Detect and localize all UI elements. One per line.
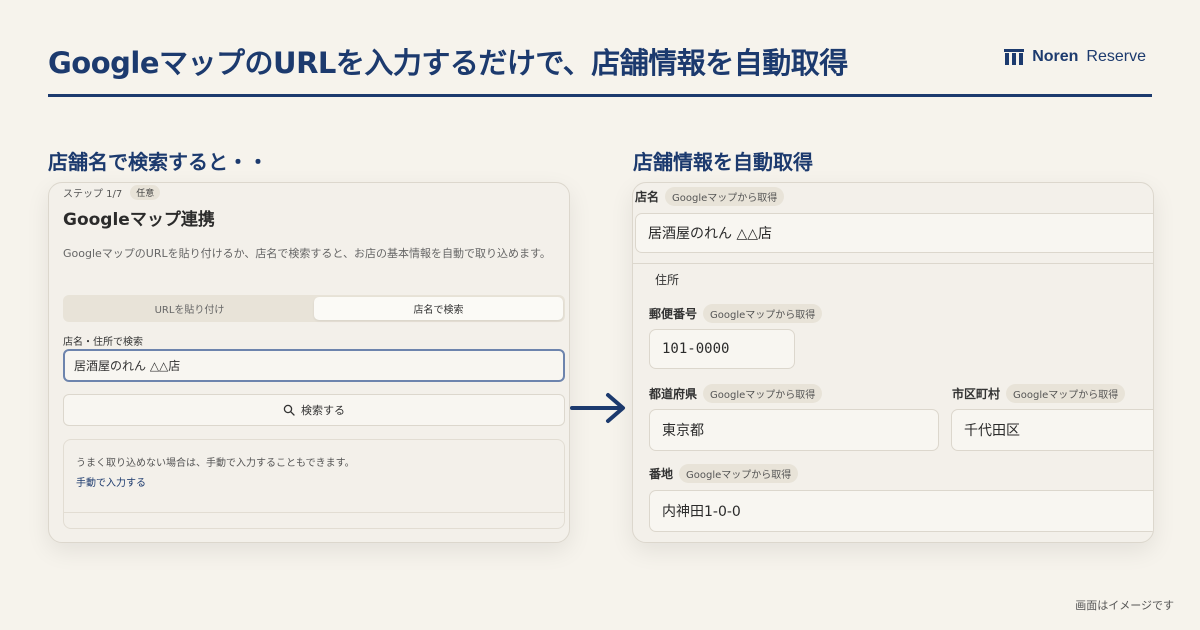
city-label-text: 市区町村 bbox=[952, 387, 1001, 401]
city-label: 市区町村 Googleマップから取得 bbox=[952, 384, 1126, 403]
search-input-value: 居酒屋のれん △△店 bbox=[74, 359, 181, 373]
card-description: GoogleマップのURLを貼り付けるか、店名で検索すると、お店の基本情報を自動… bbox=[63, 247, 551, 260]
tab-search-by-name[interactable]: 店名で検索 bbox=[314, 297, 563, 320]
brand-name-light: Reserve bbox=[1086, 48, 1146, 65]
prefecture-label: 都道府県 Googleマップから取得 bbox=[649, 384, 823, 403]
right-section-title: 店舗情報を自動取得 bbox=[633, 150, 813, 174]
postal-code-value: 101-0000 bbox=[662, 341, 730, 357]
search-button-label: 検索する bbox=[301, 404, 345, 417]
postal-code-label-text: 郵便番号 bbox=[649, 307, 698, 321]
brand-logo: Noren Reserve bbox=[1004, 48, 1146, 66]
store-name-label: 店名 Googleマップから取得 bbox=[635, 187, 785, 206]
prefecture-label-text: 都道府県 bbox=[649, 387, 698, 401]
card-title: Googleマップ連携 bbox=[63, 210, 215, 230]
mode-tabs: URLを貼り付け 店名で検索 bbox=[63, 295, 565, 322]
city-field[interactable]: 千代田区 bbox=[951, 409, 1153, 451]
optional-badge: 任意 bbox=[130, 185, 161, 200]
street-label: 番地 Googleマップから取得 bbox=[649, 464, 799, 483]
noren-logo-icon bbox=[1004, 49, 1025, 65]
step-text: ステップ 1/7 bbox=[63, 189, 123, 200]
store-info-card: 店名 Googleマップから取得 居酒屋のれん △△店 住所 郵便番号 Goog… bbox=[632, 182, 1154, 543]
city-value: 千代田区 bbox=[964, 423, 1020, 439]
postal-code-label: 郵便番号 Googleマップから取得 bbox=[649, 304, 823, 323]
address-legend: 住所 bbox=[653, 271, 682, 288]
search-button[interactable]: 検索する bbox=[63, 394, 565, 426]
step-indicator: ステップ 1/7 任意 bbox=[63, 185, 161, 200]
postal-code-field[interactable]: 101-0000 bbox=[649, 329, 795, 369]
tab-paste-url[interactable]: URLを貼り付け bbox=[65, 297, 314, 320]
note-divider bbox=[64, 512, 564, 513]
street-label-text: 番地 bbox=[649, 467, 674, 481]
source-badge: Googleマップから取得 bbox=[703, 384, 823, 403]
prefecture-value: 東京都 bbox=[662, 423, 704, 439]
store-name-label-text: 店名 bbox=[635, 190, 660, 204]
store-name-field[interactable]: 居酒屋のれん △△店 bbox=[635, 213, 1153, 253]
arrow-right-icon bbox=[570, 393, 625, 423]
search-input[interactable]: 居酒屋のれん △△店 bbox=[63, 349, 565, 382]
left-section-title: 店舗名で検索すると・・ bbox=[48, 150, 268, 174]
search-label: 店名・住所で検索 bbox=[63, 337, 143, 348]
search-icon bbox=[283, 404, 295, 416]
headline: GoogleマップのURLを入力するだけで、店舗情報を自動取得 bbox=[48, 46, 848, 80]
disclaimer: 画面はイメージです bbox=[1075, 599, 1174, 612]
source-badge: Googleマップから取得 bbox=[1006, 384, 1126, 403]
manual-input-link[interactable]: 手動で入力する bbox=[76, 474, 146, 489]
manual-input-note: うまく取り込めない場合は、手動で入力することもできます。 手動で入力する bbox=[63, 439, 565, 529]
source-badge: Googleマップから取得 bbox=[703, 304, 823, 323]
source-badge: Googleマップから取得 bbox=[679, 464, 799, 483]
street-field[interactable]: 内神田1-0-0 bbox=[649, 490, 1153, 532]
header-divider bbox=[48, 94, 1152, 97]
brand-name-bold: Noren bbox=[1032, 48, 1079, 65]
note-text: うまく取り込めない場合は、手動で入力することもできます。 bbox=[76, 458, 355, 469]
street-value: 内神田1-0-0 bbox=[662, 504, 741, 520]
source-badge: Googleマップから取得 bbox=[665, 187, 785, 206]
google-maps-link-card: ステップ 1/7 任意 Googleマップ連携 GoogleマップのURLを貼り… bbox=[48, 182, 570, 543]
prefecture-field[interactable]: 東京都 bbox=[649, 409, 939, 451]
store-name-value: 居酒屋のれん △△店 bbox=[648, 226, 772, 242]
